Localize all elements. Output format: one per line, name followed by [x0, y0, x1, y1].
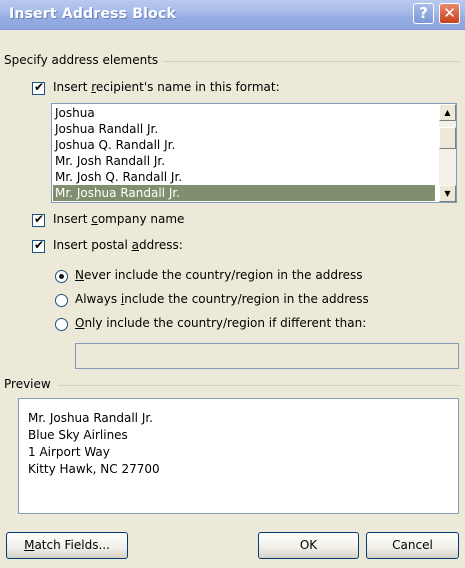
cancel-button[interactable]: Cancel — [366, 532, 459, 559]
insert-address-block-dialog: Insert Address Block ? ✕ Specify address… — [0, 0, 465, 568]
name-format-item[interactable]: Joshua Randall Jr. — [55, 121, 158, 137]
only-include-country-label[interactable]: Only include the country/region if diffe… — [75, 316, 366, 330]
name-format-listbox[interactable]: Joshua Joshua Randall Jr. Joshua Q. Rand… — [51, 103, 457, 203]
company-name-checkbox[interactable]: ✔ — [32, 212, 45, 227]
match-fields-button[interactable]: Match Fields... — [6, 532, 128, 559]
window-title: Insert Address Block — [9, 6, 176, 22]
ok-button[interactable]: OK — [258, 532, 359, 559]
radio-selected-dot — [59, 274, 64, 279]
scroll-thumb[interactable] — [439, 127, 456, 149]
specify-group-label: Specify address elements — [4, 53, 159, 67]
postal-address-label[interactable]: Insert postal address: — [53, 238, 183, 252]
scroll-up-icon[interactable]: ▲ — [439, 104, 456, 121]
postal-address-checkbox[interactable]: ✔ — [32, 238, 45, 253]
always-include-country-label[interactable]: Always include the country/region in the… — [75, 292, 369, 306]
never-include-country-label[interactable]: Never include the country/region in the … — [75, 268, 363, 282]
preview-line: Kitty Hawk, NC 27700 — [28, 462, 160, 476]
check-icon: ✔ — [34, 80, 45, 94]
company-name-label[interactable]: Insert company name — [53, 212, 184, 226]
preview-line: 1 Airport Way — [28, 445, 110, 459]
always-include-country-radio[interactable] — [55, 294, 68, 307]
country-region-field[interactable] — [75, 343, 459, 369]
preview-line: Mr. Joshua Randall Jr. — [28, 411, 153, 425]
name-format-item[interactable]: Joshua Q. Randall Jr. — [55, 137, 175, 153]
address-preview-box: Mr. Joshua Randall Jr. Blue Sky Airlines… — [18, 398, 459, 514]
preview-group-divider — [58, 385, 459, 386]
check-icon: ✔ — [34, 238, 45, 252]
name-format-item-selected[interactable]: Mr. Joshua Randall Jr. — [53, 185, 435, 201]
title-bar[interactable]: Insert Address Block ? ✕ — [0, 0, 465, 30]
close-icon[interactable]: ✕ — [439, 3, 460, 24]
recipient-name-label[interactable]: Insert recipient's name in this format: — [53, 80, 280, 94]
name-format-item[interactable]: Joshua — [55, 105, 95, 121]
listbox-scrollbar[interactable]: ▲ ▼ — [439, 104, 456, 202]
recipient-name-checkbox[interactable]: ✔ — [32, 80, 45, 95]
specify-group-divider — [163, 61, 459, 62]
never-include-country-radio[interactable] — [55, 270, 68, 283]
name-format-item[interactable]: Mr. Josh Q. Randall Jr. — [55, 169, 182, 185]
name-format-item[interactable]: Mr. Josh Randall Jr. — [55, 153, 165, 169]
check-icon: ✔ — [34, 212, 45, 226]
help-icon[interactable]: ? — [413, 3, 434, 24]
only-include-country-radio[interactable] — [55, 318, 68, 331]
preview-line: Blue Sky Airlines — [28, 428, 128, 442]
scroll-down-icon[interactable]: ▼ — [439, 185, 456, 202]
preview-group-label: Preview — [4, 377, 51, 391]
